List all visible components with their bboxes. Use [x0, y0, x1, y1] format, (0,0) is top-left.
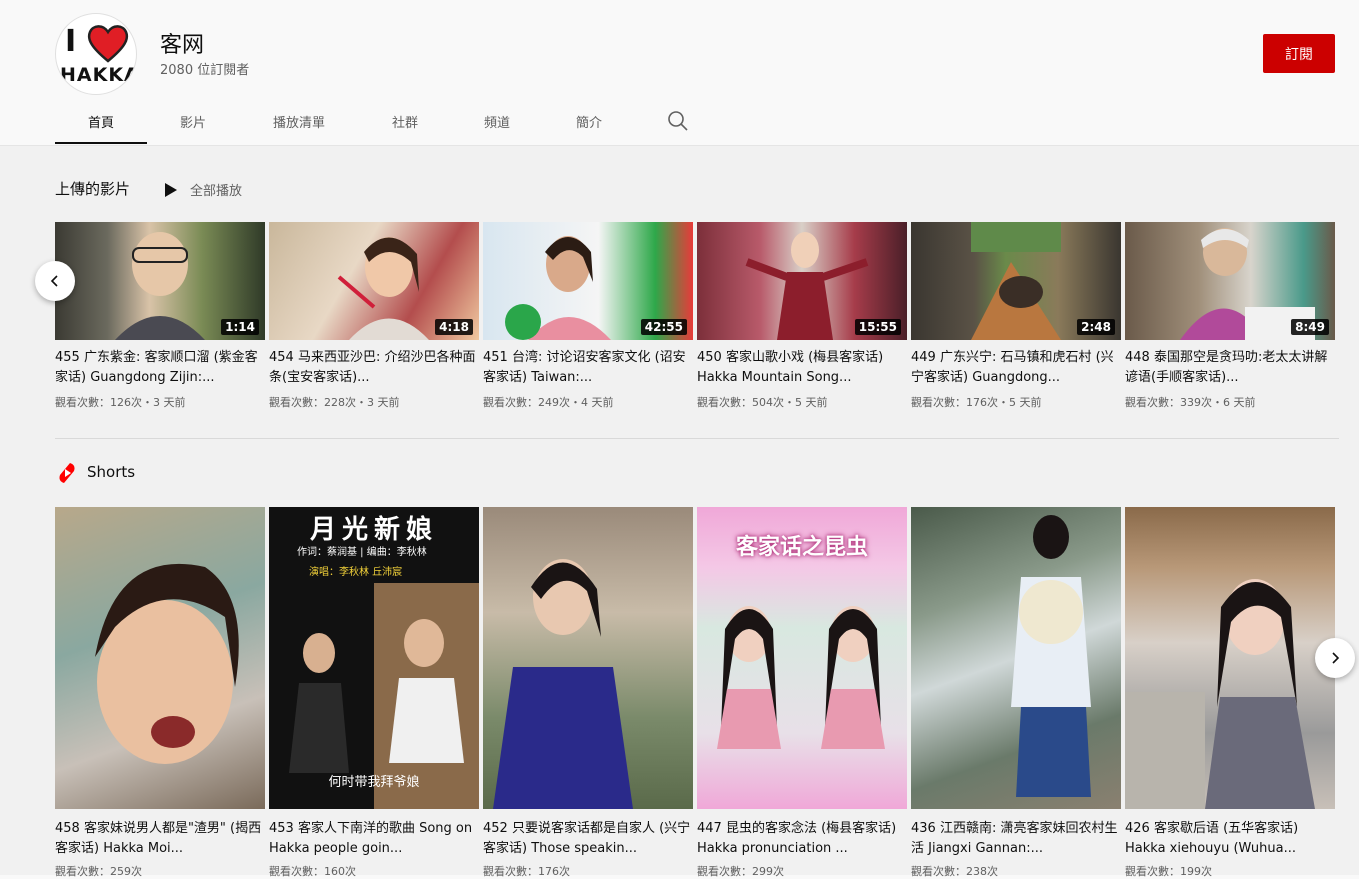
video-card[interactable]: 8:49 448 泰国那空是贪玛叻:老太太讲解谚语(手顺客家话)... 觀看次數…: [1125, 222, 1335, 410]
channel-name: 客网: [160, 33, 205, 58]
video-duration: 2:48: [1077, 319, 1115, 335]
short-card[interactable]: 客家话之昆虫 447 昆虫的客家念法 (梅县客家话) Hakka pronunc…: [697, 507, 907, 879]
section-divider: [55, 438, 1339, 439]
short-thumbnail[interactable]: [911, 507, 1121, 809]
short-overlay-title: 月光新娘: [309, 515, 438, 545]
video-card[interactable]: 15:55 450 客家山歌小戏 (梅县客家话) Hakka Mountain …: [697, 222, 907, 410]
video-duration: 42:55: [640, 319, 687, 335]
short-overlay-lyric: 何时带我拜爷娘: [328, 775, 420, 790]
tab-videos[interactable]: 影片: [147, 100, 239, 142]
channel-header: I HAKKA 客网 2080 位訂閱者 訂閱 首頁 影片 播放清單 社群 頻道…: [0, 0, 1359, 146]
video-title[interactable]: 454 马来西亚沙巴: 介绍沙巴各种面条(宝安客家话)...: [269, 348, 479, 388]
video-duration: 15:55: [854, 319, 901, 335]
video-title[interactable]: 448 泰国那空是贪玛叻:老太太讲解谚语(手顺客家话)...: [1125, 348, 1335, 388]
video-meta: 觀看次數：126次・3 天前: [55, 396, 186, 409]
short-title[interactable]: 426 客家歇后语 (五华客家话) Hakka xiehouyu (Wuhua.…: [1125, 819, 1335, 859]
thumbnail-person-graphic: [95, 563, 239, 764]
thumbnail-person-graphic: [1125, 579, 1315, 809]
uploads-section-title[interactable]: 上傳的影片: [55, 178, 130, 199]
play-all-button[interactable]: 全部播放: [164, 180, 242, 199]
video-card[interactable]: 42:55 451 台湾: 讨论诏安客家文化 (诏安客家话) Taiwan:..…: [483, 222, 693, 410]
video-title[interactable]: 455 广东紫金: 客家顺口溜 (紫金客家话) Guangdong Zijin:…: [55, 348, 265, 388]
logo-i-letter: I: [65, 24, 77, 59]
short-title[interactable]: 453 客家人下南洋的歌曲 Song on Hakka people goin.…: [269, 819, 479, 859]
video-thumbnail[interactable]: 2:48: [911, 222, 1121, 340]
short-card[interactable]: 458 客家妹说男人都是"渣男" (揭西客家话) Hakka Moi... 觀看…: [55, 507, 265, 879]
short-title[interactable]: 452 只要说客家话都是自家人 (兴宁客家话) Those speakin...: [483, 819, 693, 859]
video-title[interactable]: 450 客家山歌小戏 (梅县客家话) Hakka Mountain Song..…: [697, 348, 907, 388]
thumbnail-person-graphic: [493, 559, 633, 809]
video-meta: 觀看次數：176次・5 天前: [911, 396, 1042, 409]
tab-community[interactable]: 社群: [359, 100, 451, 142]
thumbnail-twins-graphic: [717, 606, 885, 749]
short-meta: 觀看次數：259次: [55, 865, 142, 878]
video-thumbnail[interactable]: 4:18: [269, 222, 479, 340]
short-thumbnail[interactable]: [483, 507, 693, 809]
video-duration: 8:49: [1291, 319, 1329, 335]
chevron-right-icon: [1332, 652, 1340, 664]
video-card[interactable]: 2:48 449 广东兴宁: 石马镇和虎石村 (兴宁客家话) Guangdong…: [911, 222, 1121, 410]
short-card[interactable]: 436 江西赣南: 潇亮客家妹回农村生活 Jiangxi Gannan:... …: [911, 507, 1121, 879]
video-thumbnail[interactable]: 1:14: [55, 222, 265, 340]
channel-tabs: 首頁 影片 播放清單 社群 頻道 簡介: [55, 100, 635, 144]
channel-avatar[interactable]: I HAKKA: [55, 13, 137, 95]
video-meta: 觀看次數：504次・5 天前: [697, 396, 828, 409]
tab-playlists[interactable]: 播放清單: [239, 100, 359, 142]
heart-icon: [87, 25, 129, 63]
video-meta: 觀看次數：228次・3 天前: [269, 396, 400, 409]
video-title[interactable]: 451 台湾: 讨论诏安客家文化 (诏安客家话) Taiwan:...: [483, 348, 693, 388]
video-card[interactable]: 4:18 454 马来西亚沙巴: 介绍沙巴各种面条(宝安客家话)... 觀看次數…: [269, 222, 479, 410]
short-card[interactable]: 月光新娘 作词：蔡润基 | 编曲：李秋林 演唱：李秋林 丘沛宸 何时带我拜爷娘 …: [269, 507, 479, 879]
video-card[interactable]: 1:14 455 广东紫金: 客家顺口溜 (紫金客家话) Guangdong Z…: [55, 222, 265, 410]
play-icon: [165, 182, 177, 197]
short-overlay-title: 客家话之昆虫: [735, 535, 868, 560]
short-title[interactable]: 436 江西赣南: 潇亮客家妹回农村生活 Jiangxi Gannan:...: [911, 819, 1121, 859]
video-duration: 4:18: [435, 319, 473, 335]
short-meta: 觀看次數：160次: [269, 865, 356, 878]
video-thumbnail[interactable]: 15:55: [697, 222, 907, 340]
carousel-prev-button[interactable]: [35, 261, 75, 301]
thumbnail-person-graphic: [1011, 515, 1091, 797]
short-overlay-singer: 演唱：李秋林 丘沛宸: [309, 567, 403, 578]
short-thumbnail[interactable]: 客家话之昆虫: [697, 507, 907, 809]
video-thumbnail[interactable]: 8:49: [1125, 222, 1335, 340]
short-meta: 觀看次數：176次: [483, 865, 570, 878]
carousel-next-button[interactable]: [1315, 638, 1355, 678]
short-meta: 觀看次數：299次: [697, 865, 784, 878]
tab-home[interactable]: 首頁: [55, 100, 147, 144]
video-thumbnail[interactable]: 42:55: [483, 222, 693, 340]
video-meta: 觀看次數：339次・6 天前: [1125, 396, 1256, 409]
short-thumbnail[interactable]: [1125, 507, 1335, 809]
video-title[interactable]: 449 广东兴宁: 石马镇和虎石村 (兴宁客家话) Guangdong...: [911, 348, 1121, 388]
subscriber-count: 2080 位訂閱者: [160, 63, 250, 78]
video-duration: 1:14: [221, 319, 259, 335]
short-card[interactable]: 452 只要说客家话都是自家人 (兴宁客家话) Those speakin...…: [483, 507, 693, 879]
short-thumbnail[interactable]: [55, 507, 265, 809]
short-overlay-credit: 作词：蔡润基 | 编曲：李秋林: [297, 547, 427, 558]
play-all-label: 全部播放: [190, 184, 243, 199]
subscribe-button[interactable]: 訂閱: [1263, 34, 1335, 73]
short-thumbnail[interactable]: 月光新娘 作词：蔡润基 | 编曲：李秋林 演唱：李秋林 丘沛宸 何时带我拜爷娘: [269, 507, 479, 809]
tab-channels[interactable]: 頻道: [451, 100, 543, 142]
short-meta: 觀看次數：199次: [1125, 865, 1212, 878]
video-meta: 觀看次數：249次・4 天前: [483, 396, 614, 409]
short-title[interactable]: 447 昆虫的客家念法 (梅县客家话) Hakka pronunciation …: [697, 819, 907, 859]
tab-about[interactable]: 簡介: [543, 100, 635, 142]
search-icon[interactable]: [667, 110, 689, 132]
logo-hakka-word: HAKKA: [60, 64, 137, 86]
chevron-left-icon: [50, 275, 58, 287]
short-meta: 觀看次數：238次: [911, 865, 998, 878]
shorts-section-title[interactable]: Shorts: [87, 463, 135, 481]
shorts-logo-icon: [59, 463, 75, 483]
short-title[interactable]: 458 客家妹说男人都是"渣男" (揭西客家话) Hakka Moi...: [55, 819, 265, 859]
short-card[interactable]: 426 客家歇后语 (五华客家话) Hakka xiehouyu (Wuhua.…: [1125, 507, 1335, 879]
